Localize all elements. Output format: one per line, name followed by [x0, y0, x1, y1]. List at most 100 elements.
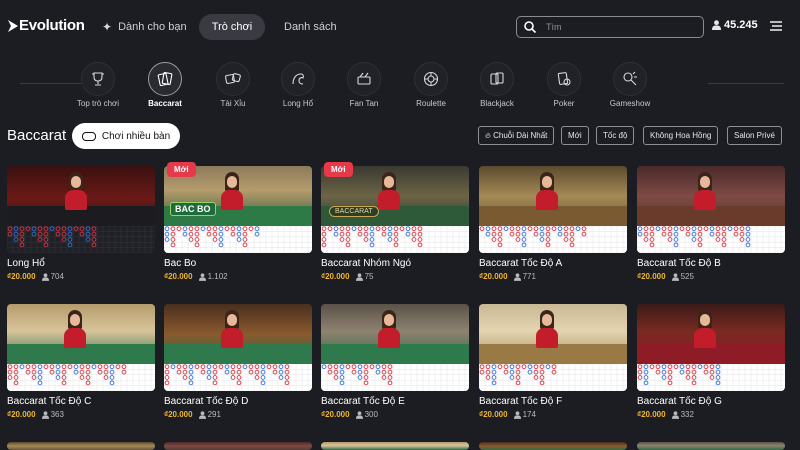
game-card[interactable]: Baccarat Tốc Độ C ₫20.000 363	[7, 304, 155, 419]
min-bet: ₫20.000	[164, 272, 193, 281]
category-poker[interactable]: Poker	[534, 62, 594, 108]
game-thumbnail[interactable]	[479, 166, 627, 253]
multi-table-icon	[81, 131, 96, 141]
road-map-panel	[321, 364, 469, 391]
game-title[interactable]: Baccarat Tốc Độ B	[637, 258, 721, 269]
game-thumbnail[interactable]: BAC BO	[164, 166, 312, 253]
category-icon-circle	[347, 62, 381, 96]
game-title[interactable]: Baccarat Tốc Độ A	[479, 258, 562, 269]
game-card-partial[interactable]	[164, 442, 312, 450]
game-thumbnail[interactable]	[164, 442, 312, 450]
game-card-partial[interactable]	[479, 442, 627, 450]
game-meta: ₫20.000 300	[321, 410, 378, 419]
new-badge: Mới	[324, 162, 353, 177]
category-icon-circle	[281, 62, 315, 96]
game-title[interactable]: Baccarat Tốc Độ D	[164, 396, 248, 407]
category-top-trò-chơi[interactable]: Top trò chơi	[68, 62, 128, 108]
game-title[interactable]: Baccarat Nhóm Ngó	[321, 258, 411, 269]
search-input[interactable]	[546, 22, 696, 32]
roulette-icon	[423, 71, 439, 87]
search-box[interactable]	[516, 16, 704, 38]
evolution-logo[interactable]: Evolution	[8, 17, 85, 34]
min-bet: ₫20.000	[321, 272, 350, 281]
road-map-panel	[164, 364, 312, 391]
balance[interactable]: 45.245	[712, 19, 758, 31]
filter-no-commission[interactable]: Không Hoa Hồng	[643, 126, 719, 145]
game-thumbnail[interactable]	[479, 442, 627, 450]
road-map-panel	[637, 364, 785, 391]
game-card[interactable]: Baccarat Tốc Độ G ₫20.000 332	[637, 304, 785, 419]
game-title[interactable]: Baccarat Tốc Độ C	[7, 396, 91, 407]
nav-for-you[interactable]: ✦ Dành cho bạn	[90, 14, 199, 40]
game-card[interactable]: Baccarat Tốc Độ A ₫20.000 771	[479, 166, 627, 281]
category-label: Poker	[553, 99, 575, 108]
road-map-panel	[479, 226, 627, 253]
category-icon-circle	[547, 62, 581, 96]
min-bet: ₫20.000	[164, 410, 193, 419]
game-card[interactable]: Long Hổ ₫20.000 704	[7, 166, 155, 281]
game-thumbnail[interactable]	[479, 304, 627, 391]
game-thumbnail[interactable]	[321, 442, 469, 450]
game-card[interactable]: Baccarat Tốc Độ F ₫20.000 174	[479, 304, 627, 419]
game-thumbnail[interactable]	[7, 304, 155, 391]
players-icon	[671, 410, 679, 419]
game-card-partial[interactable]	[7, 442, 155, 450]
player-count: 704	[41, 272, 64, 281]
game-title[interactable]: Long Hổ	[7, 258, 45, 269]
game-meta: ₫20.000 363	[7, 410, 64, 419]
game-title[interactable]: Baccarat Tốc Độ E	[321, 396, 405, 407]
menu-icon[interactable]	[770, 20, 782, 32]
filter-salon-prive[interactable]: Salon Privé	[727, 126, 782, 145]
category-label: Fan Tan	[349, 99, 379, 108]
category-roulette[interactable]: Roulette	[401, 62, 461, 108]
game-thumbnail[interactable]	[7, 166, 155, 253]
game-thumbnail[interactable]	[164, 304, 312, 391]
category-fan-tan[interactable]: Fan Tan	[334, 62, 394, 108]
game-thumbnail[interactable]	[637, 166, 785, 253]
player-count-value: 704	[50, 272, 64, 281]
game-card[interactable]: BACCARAT Mới Baccarat Nhóm Ngó ₫20.000 75	[321, 162, 469, 281]
category-baccarat[interactable]: Baccarat	[135, 62, 195, 108]
player-count-value: 75	[364, 272, 374, 281]
multi-table-button[interactable]: Chơi nhiều bàn	[72, 123, 180, 149]
game-card[interactable]: Baccarat Tốc Độ B ₫20.000 525	[637, 166, 785, 281]
min-bet: ₫20.000	[637, 410, 666, 419]
players-icon	[198, 410, 206, 419]
game-thumbnail[interactable]	[321, 304, 469, 391]
category-icon-circle	[480, 62, 514, 96]
search-icon	[524, 21, 537, 34]
game-card-partial[interactable]	[637, 442, 785, 450]
category-blackjack[interactable]: Blackjack	[467, 62, 527, 108]
gameshow-icon	[623, 71, 637, 86]
filter-longest-streak[interactable]: 🔥︎ Chuỗi Dài Nhất	[478, 126, 555, 145]
road-map-panel	[7, 364, 155, 391]
game-thumbnail[interactable]	[637, 304, 785, 391]
category-long-hổ[interactable]: Long Hổ	[268, 62, 328, 108]
nav-list[interactable]: Danh sách	[272, 14, 349, 40]
filter-label: Chuỗi Dài Nhất	[493, 131, 548, 140]
game-title[interactable]: Baccarat Tốc Độ G	[637, 396, 722, 407]
filter-new[interactable]: Mới	[561, 126, 589, 145]
filter-speed[interactable]: Tốc độ	[596, 126, 635, 145]
player-count: 771	[513, 272, 536, 281]
game-thumbnail[interactable]	[7, 442, 155, 450]
game-card[interactable]: BAC BO Mới Bac Bo ₫20.000 1.102	[164, 162, 312, 281]
category-gameshow[interactable]: Gameshow	[600, 62, 660, 108]
road-map-panel	[479, 364, 627, 391]
new-badge: Mới	[167, 162, 196, 177]
game-title[interactable]: Baccarat Tốc Độ F	[479, 396, 562, 407]
category-label: Top trò chơi	[76, 99, 120, 108]
game-card-partial[interactable]	[321, 442, 469, 450]
game-card[interactable]: Baccarat Tốc Độ D ₫20.000 291	[164, 304, 312, 419]
game-title[interactable]: Bac Bo	[164, 258, 196, 269]
game-thumbnail[interactable]: BACCARAT	[321, 166, 469, 253]
category-tài-xỉu[interactable]: Tài Xỉu	[203, 62, 263, 108]
game-card[interactable]: Baccarat Tốc Độ E ₫20.000 300	[321, 304, 469, 419]
nav-games[interactable]: Trò chơi	[199, 14, 265, 40]
category-label: Long Hổ	[282, 99, 314, 108]
game-thumbnail[interactable]	[637, 442, 785, 450]
nav-for-you-label: Dành cho bạn	[118, 21, 187, 33]
player-count: 174	[513, 410, 536, 419]
player-count-value: 363	[50, 410, 64, 419]
road-map	[321, 226, 469, 253]
